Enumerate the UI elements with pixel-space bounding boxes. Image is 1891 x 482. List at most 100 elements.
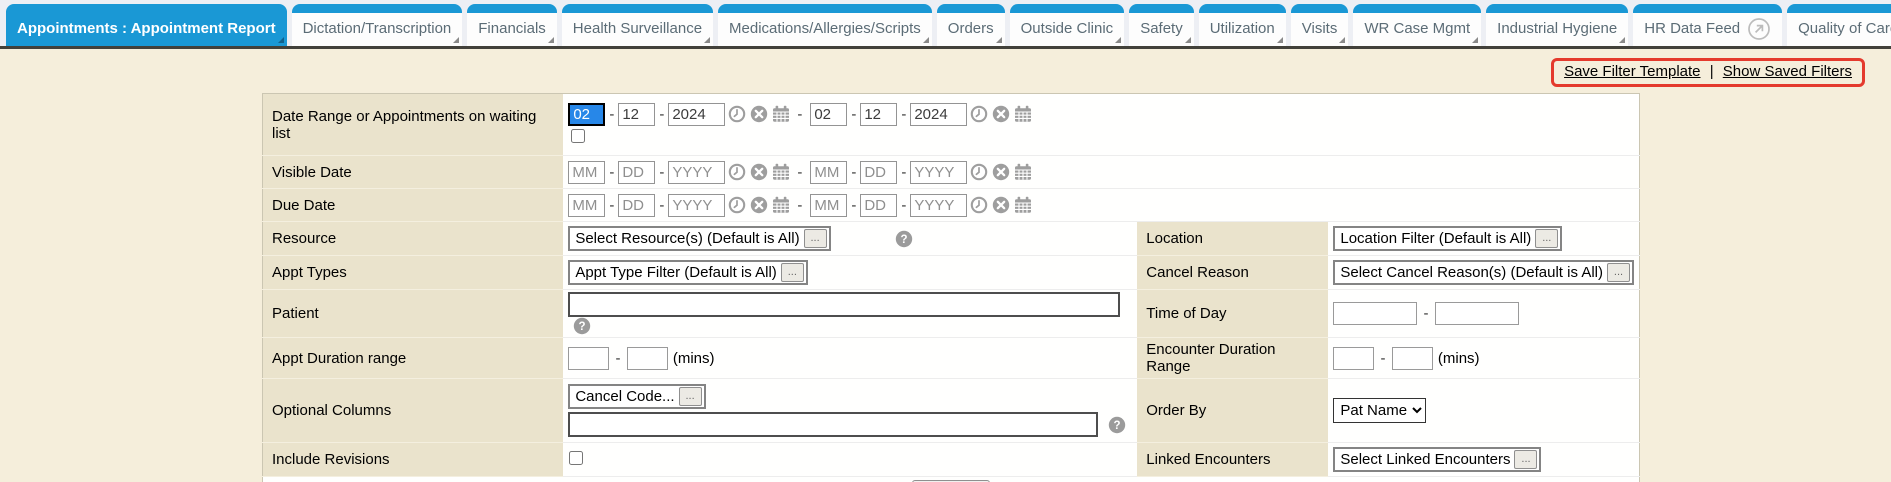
encounter-duration-min-input[interactable]: [1333, 347, 1374, 370]
appt-duration-min-input[interactable]: [568, 347, 609, 370]
linked-encounters-picker[interactable]: Select Linked Encounters ...: [1333, 447, 1541, 472]
optional-columns-more-button[interactable]: ...: [679, 387, 702, 406]
cancel-reason-picker[interactable]: Select Cancel Reason(s) (Default is All)…: [1333, 260, 1634, 285]
clock-icon[interactable]: [970, 105, 988, 123]
waiting-list-checkbox[interactable]: [571, 129, 585, 143]
tab-medications-allergies-scripts[interactable]: Medications/Allergies/Scripts: [718, 4, 932, 46]
calendar-icon[interactable]: [772, 196, 790, 214]
clear-icon[interactable]: [750, 163, 768, 181]
visible-date-from-month-input[interactable]: [568, 161, 605, 184]
order-by-select[interactable]: Pat Name: [1333, 398, 1426, 423]
clear-icon[interactable]: [992, 196, 1010, 214]
visible-date-from-year-input[interactable]: [668, 161, 725, 184]
visible-date-inputs: - - - - -: [568, 161, 1634, 184]
due-date-to-year-input[interactable]: [910, 194, 967, 217]
calendar-icon[interactable]: [1014, 196, 1032, 214]
due-date-from-year-input[interactable]: [668, 194, 725, 217]
clear-icon[interactable]: [992, 105, 1010, 123]
encounter-duration-units: (mins): [1438, 350, 1480, 367]
time-of-day-label: Time of Day: [1137, 290, 1328, 338]
tab-quality-of-care[interactable]: Quality of Care: [1787, 4, 1891, 46]
visible-date-to-day-input[interactable]: [860, 161, 897, 184]
date-range-from-month-input[interactable]: [568, 103, 605, 126]
calendar-icon[interactable]: [1014, 163, 1032, 181]
appt-types-label: Appt Types: [263, 256, 564, 290]
tab-utilization[interactable]: Utilization: [1199, 4, 1286, 46]
help-icon[interactable]: ?: [573, 317, 591, 335]
tab-dictation-transcription[interactable]: Dictation/Transcription: [292, 4, 463, 46]
time-of-day-to-input[interactable]: [1435, 302, 1519, 325]
include-revisions-checkbox[interactable]: [569, 451, 583, 465]
visible-date-to-month-input[interactable]: [810, 161, 847, 184]
location-more-button[interactable]: ...: [1535, 229, 1558, 248]
date-range-label: Date Range or Appointments on waiting li…: [263, 94, 564, 156]
tab-label: Orders: [948, 20, 994, 37]
appt-types-more-button[interactable]: ...: [781, 263, 804, 282]
tab-safety[interactable]: Safety: [1129, 4, 1194, 46]
time-of-day-from-input[interactable]: [1333, 302, 1417, 325]
clock-icon[interactable]: [970, 196, 988, 214]
appt-duration-label: Appt Duration range: [263, 338, 564, 379]
tab-label: Dictation/Transcription: [303, 20, 452, 37]
appt-types-picker[interactable]: Appt Type Filter (Default is All) ...: [568, 260, 807, 285]
tab-industrial-hygiene[interactable]: Industrial Hygiene: [1486, 4, 1628, 46]
patient-input[interactable]: [568, 292, 1120, 317]
due-date-label: Due Date: [263, 189, 564, 222]
clock-icon[interactable]: [970, 163, 988, 181]
tab-label: Industrial Hygiene: [1497, 20, 1617, 37]
due-date-to-day-input[interactable]: [860, 194, 897, 217]
calendar-icon[interactable]: [772, 105, 790, 123]
encounter-duration-label: Encounter Duration Range: [1137, 338, 1328, 379]
resource-picker[interactable]: Select Resource(s) (Default is All) ...: [568, 226, 830, 251]
tab-label: WR Case Mgmt: [1364, 20, 1470, 37]
optional-columns-picker[interactable]: Cancel Code... ...: [568, 384, 705, 409]
save-filter-template-link[interactable]: Save Filter Template: [1564, 63, 1700, 80]
due-date-from-day-input[interactable]: [618, 194, 655, 217]
appt-types-picker-value: Appt Type Filter (Default is All): [575, 264, 776, 281]
calendar-icon[interactable]: [1014, 105, 1032, 123]
resource-location-row: Resource Select Resource(s) (Default is …: [263, 222, 1640, 256]
clear-icon[interactable]: [750, 196, 768, 214]
tab-hr-data-feed[interactable]: HR Data Feed: [1633, 4, 1782, 46]
due-date-to-month-input[interactable]: [810, 194, 847, 217]
encounter-duration-max-input[interactable]: [1392, 347, 1433, 370]
help-icon[interactable]: ?: [895, 230, 913, 248]
cancel-reason-more-button[interactable]: ...: [1607, 263, 1630, 282]
show-saved-filters-link[interactable]: Show Saved Filters: [1723, 63, 1852, 80]
visible-date-to-year-input[interactable]: [910, 161, 967, 184]
clock-icon[interactable]: [728, 163, 746, 181]
tab-appointments-appointment-report[interactable]: Appointments : Appointment Report: [6, 4, 287, 46]
cancel-reason-field: Select Cancel Reason(s) (Default is All)…: [1328, 256, 1639, 290]
calendar-icon[interactable]: [772, 163, 790, 181]
tab-wr-case-mgmt[interactable]: WR Case Mgmt: [1353, 4, 1481, 46]
resource-more-button[interactable]: ...: [804, 229, 827, 248]
date-part-separator: -: [851, 197, 856, 214]
clear-icon[interactable]: [750, 105, 768, 123]
tab-orders[interactable]: Orders: [937, 4, 1005, 46]
date-range-to-month-input[interactable]: [810, 103, 847, 126]
search-button-cell: Search: [263, 477, 1640, 482]
date-part-separator: -: [851, 106, 856, 123]
appt-duration-max-input[interactable]: [627, 347, 668, 370]
date-range-from-year-input[interactable]: [668, 103, 725, 126]
clear-icon[interactable]: [992, 163, 1010, 181]
optional-columns-input[interactable]: [568, 412, 1098, 437]
linked-encounters-more-button[interactable]: ...: [1514, 450, 1537, 469]
tab-health-surveillance[interactable]: Health Surveillance: [562, 4, 713, 46]
date-range-to-year-input[interactable]: [910, 103, 967, 126]
tab-visits[interactable]: Visits: [1291, 4, 1349, 46]
date-range-from-day-input[interactable]: [618, 103, 655, 126]
clock-icon[interactable]: [728, 105, 746, 123]
help-icon[interactable]: ?: [1108, 416, 1126, 434]
resource-label: Resource: [263, 222, 564, 256]
tab-financials[interactable]: Financials: [467, 4, 557, 46]
tab-label: Utilization: [1210, 20, 1275, 37]
date-range-to-day-input[interactable]: [860, 103, 897, 126]
appt-duration-separator: -: [616, 350, 621, 367]
location-picker[interactable]: Location Filter (Default is All) ...: [1333, 226, 1562, 251]
duration-row: Appt Duration range - (mins) Encounter D…: [263, 338, 1640, 379]
due-date-from-month-input[interactable]: [568, 194, 605, 217]
tab-outside-clinic[interactable]: Outside Clinic: [1010, 4, 1125, 46]
visible-date-from-day-input[interactable]: [618, 161, 655, 184]
clock-icon[interactable]: [728, 196, 746, 214]
